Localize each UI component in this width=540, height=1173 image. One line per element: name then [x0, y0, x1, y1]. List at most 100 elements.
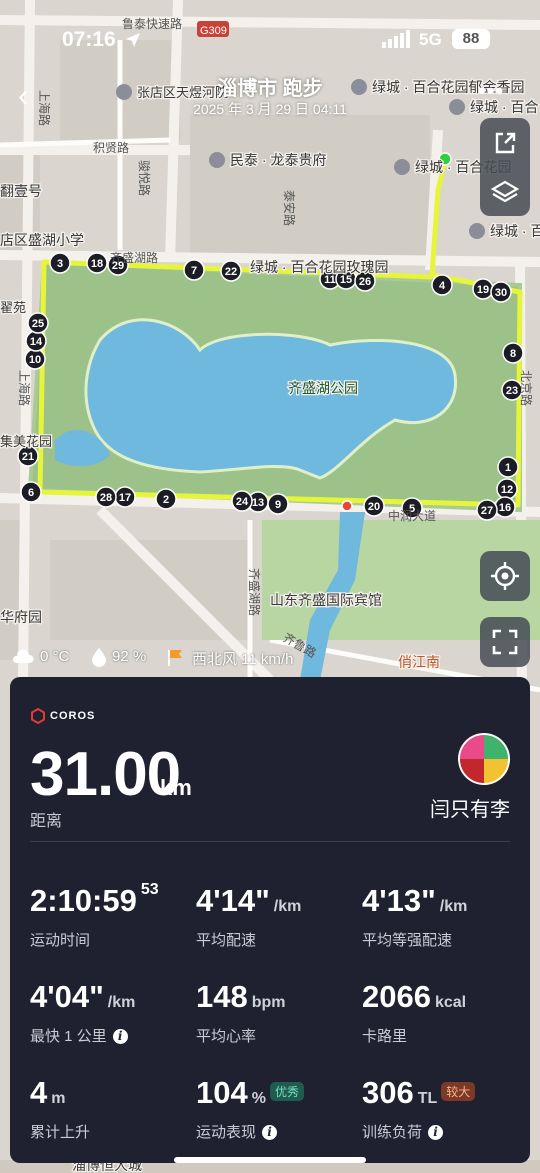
- building-poi-icon: [469, 223, 485, 239]
- load-unit: TL: [417, 1090, 438, 1107]
- page-title: 淄博市 跑步: [217, 78, 323, 100]
- map-poi-label: 民泰 · 龙泰贵府: [230, 152, 326, 168]
- avatar[interactable]: [458, 733, 510, 785]
- svg-text:7: 7: [191, 265, 197, 277]
- fastest-unit: /km: [107, 994, 136, 1011]
- map-poi-label: 山东齐盛国际宾馆: [270, 592, 382, 608]
- km-marker-30[interactable]: 30: [490, 281, 512, 303]
- km-marker-14[interactable]: 14: [25, 330, 47, 352]
- svg-text:4: 4: [439, 280, 446, 292]
- km-marker-19[interactable]: 19: [472, 278, 494, 300]
- grade-pace-unit: /km: [439, 898, 468, 915]
- metric-ascent: 4m 累计上升: [30, 1075, 200, 1145]
- km-marker-24[interactable]: 24: [231, 490, 253, 512]
- svg-text:8: 8: [510, 348, 516, 360]
- km-marker-12[interactable]: 12: [496, 478, 518, 500]
- km-marker-20[interactable]: 20: [363, 495, 385, 517]
- svg-text:16: 16: [499, 502, 511, 514]
- km-marker-23[interactable]: 23: [501, 379, 523, 401]
- km-marker-7[interactable]: 7: [183, 259, 205, 281]
- building-poi-icon: [394, 159, 410, 175]
- cal-value: 2066: [362, 979, 431, 1014]
- svg-text:12: 12: [501, 484, 513, 496]
- status-bar: 07:16 5G 88: [0, 28, 540, 54]
- performance-unit: %: [251, 1090, 266, 1107]
- km-marker-4[interactable]: 4: [431, 274, 453, 296]
- map-tools-panel: [480, 118, 530, 216]
- km-marker-6[interactable]: 6: [20, 481, 42, 503]
- road-label: 齐盛湖路: [110, 250, 158, 265]
- km-marker-8[interactable]: 8: [502, 342, 524, 364]
- road-label: 上海路: [17, 370, 32, 406]
- km-marker-18[interactable]: 18: [86, 252, 108, 274]
- road-label: 中润大道: [388, 508, 436, 523]
- building-poi-icon: [209, 152, 225, 168]
- info-icon[interactable]: i: [262, 1124, 278, 1140]
- time-hundredths: 53: [140, 881, 159, 898]
- km-marker-25[interactable]: 25: [27, 312, 49, 334]
- user-name: 闫只有李: [430, 799, 510, 821]
- locate-icon[interactable]: [480, 551, 530, 601]
- svg-text:22: 22: [225, 266, 237, 278]
- map-poi-label: 翟苑: [0, 300, 26, 315]
- divider: [30, 841, 510, 842]
- layers-icon[interactable]: [480, 167, 530, 216]
- km-marker-21[interactable]: 21: [17, 445, 39, 467]
- svg-text:18: 18: [91, 258, 103, 270]
- clock: 07:16: [62, 28, 116, 51]
- km-marker-27[interactable]: 27: [476, 499, 498, 521]
- km-marker-10[interactable]: 10: [24, 348, 46, 370]
- hr-value: 148: [196, 979, 248, 1014]
- fastest-label: 最快 1 公里: [30, 1028, 107, 1045]
- svg-text:9: 9: [275, 499, 281, 511]
- svg-text:1: 1: [505, 462, 511, 474]
- svg-text:13: 13: [252, 497, 264, 509]
- km-marker-16[interactable]: 16: [494, 496, 516, 518]
- time-value: 2:10:59: [30, 883, 137, 918]
- km-marker-1[interactable]: 1: [497, 456, 519, 478]
- battery-indicator: 88: [452, 29, 490, 49]
- grade-pace-value: 4'13": [362, 883, 436, 918]
- signal-icon: [382, 30, 410, 48]
- load-badge: 较大: [441, 1082, 476, 1102]
- more-dots-icon[interactable]: •••: [478, 78, 508, 103]
- fastest-value: 4'04": [30, 979, 104, 1014]
- performance-label: 运动表现: [196, 1124, 257, 1141]
- humidity-icon: [92, 648, 106, 667]
- svg-text:25: 25: [32, 318, 44, 330]
- humidity: 92 %: [112, 648, 147, 665]
- km-marker-3[interactable]: 3: [49, 252, 71, 274]
- cal-label: 卡路里: [362, 1028, 408, 1045]
- map-poi-label: 店区盛湖小学: [0, 232, 84, 248]
- time-label: 运动时间: [30, 932, 91, 949]
- home-indicator[interactable]: [174, 1157, 366, 1163]
- pace-unit: /km: [273, 898, 302, 915]
- share-icon[interactable]: [480, 118, 530, 167]
- weather-strip: 0 °C 92 % 西北风 11 km/h: [12, 646, 332, 670]
- svg-text:21: 21: [22, 451, 34, 463]
- distance-unit: km: [160, 775, 192, 800]
- km-marker-9[interactable]: 9: [267, 493, 289, 515]
- km-marker-22[interactable]: 22: [220, 260, 242, 282]
- km-marker-17[interactable]: 17: [114, 486, 136, 508]
- map-poi-label: 翻壹号: [0, 183, 42, 199]
- ascent-value: 4: [30, 1075, 48, 1110]
- road-label: 泰安路: [282, 190, 297, 226]
- map-poi-label: 齐盛湖公园: [288, 380, 358, 396]
- metric-fastest-km: 4'04"/km 最快 1 公里 i: [30, 979, 200, 1049]
- svg-text:24: 24: [236, 496, 249, 508]
- info-icon[interactable]: i: [112, 1028, 128, 1044]
- hr-label: 平均心率: [196, 1028, 257, 1045]
- location-arrow-icon: [126, 33, 140, 47]
- performance-badge: 优秀: [269, 1082, 304, 1102]
- svg-text:2: 2: [163, 494, 169, 506]
- svg-text:19: 19: [477, 284, 489, 296]
- fullscreen-icon[interactable]: [480, 617, 530, 667]
- pace-value: 4'14": [196, 883, 270, 918]
- km-marker-28[interactable]: 28: [95, 486, 117, 508]
- metric-grade-pace: 4'13"/km 平均等强配速: [362, 883, 532, 953]
- km-marker-2[interactable]: 2: [155, 488, 177, 510]
- info-icon[interactable]: i: [428, 1124, 444, 1140]
- ascent-unit: m: [51, 1090, 66, 1107]
- brand-name: COROS: [50, 710, 96, 722]
